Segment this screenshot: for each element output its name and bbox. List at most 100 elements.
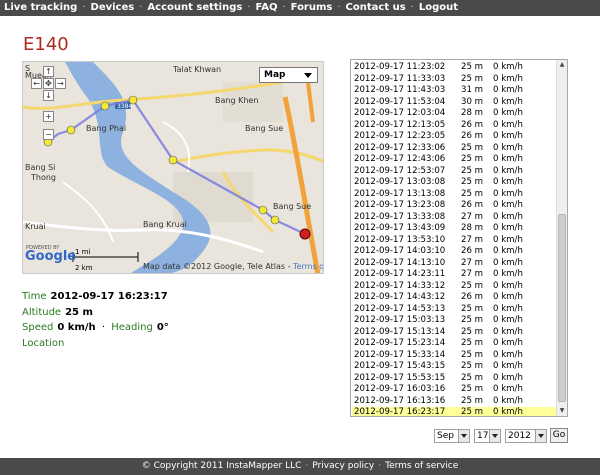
- map-type-label: Map: [264, 70, 286, 80]
- log-time: 2012-09-17 12:53:07: [354, 165, 446, 176]
- list-item[interactable]: 2012-09-17 13:53:10 27 m 0 km/h: [352, 235, 556, 246]
- google-logo[interactable]: Google: [25, 249, 76, 264]
- year-select[interactable]: 2012: [505, 429, 547, 443]
- pan-center-icon[interactable]: ✥: [43, 78, 54, 89]
- log-time: 2012-09-17 13:43:09: [354, 223, 446, 233]
- log-speed: 0 km/h: [493, 246, 523, 256]
- log-time: 2012-09-17 14:13:10: [354, 257, 446, 268]
- speed-row: Speed 0 km/h · Heading 0°: [22, 322, 169, 333]
- list-item-selected[interactable]: 2012-09-17 16:23:17 25 m 0 km/h: [352, 407, 556, 416]
- day-select[interactable]: 17: [474, 429, 501, 443]
- track-point[interactable]: [66, 125, 76, 135]
- log-time: 2012-09-17 13:23:08: [354, 200, 446, 210]
- log-time: 2012-09-17 12:03:04: [354, 108, 446, 118]
- nav-devices[interactable]: Devices: [91, 2, 135, 13]
- list-item[interactable]: 2012-09-17 12:33:06 25 m 0 km/h: [352, 143, 556, 154]
- scroll-up-icon[interactable]: ▲: [557, 60, 567, 70]
- nav-forums[interactable]: Forums: [291, 2, 333, 13]
- log-speed: 0 km/h: [493, 142, 523, 153]
- log-alt: 25 m: [461, 315, 484, 325]
- list-item[interactable]: 2012-09-17 13:23:08 26 m 0 km/h: [352, 200, 556, 211]
- list-item[interactable]: 2012-09-17 12:23:05 26 m 0 km/h: [352, 131, 556, 142]
- nav-contact-us[interactable]: Contact us: [346, 2, 406, 13]
- map-attribution: Map data ©2012 Google, Tele Atlas - Term…: [143, 262, 323, 271]
- track-point[interactable]: [100, 101, 110, 111]
- map-view[interactable]: 3384 S Muean Talat Khwan Bang Khen Bang …: [22, 61, 324, 274]
- track-point[interactable]: [128, 95, 138, 105]
- zoom-in-icon[interactable]: +: [43, 111, 54, 122]
- nav-live-tracking[interactable]: Live tracking: [4, 2, 77, 13]
- list-item[interactable]: 2012-09-17 16:03:16 25 m 0 km/h: [352, 384, 556, 395]
- privacy-policy-link[interactable]: Privacy policy: [312, 461, 374, 471]
- list-item[interactable]: 2012-09-17 16:13:16 25 m 0 km/h: [352, 396, 556, 407]
- month-select[interactable]: Sep: [434, 429, 470, 443]
- list-item[interactable]: 2012-09-17 14:23:11 27 m 0 km/h: [352, 269, 556, 280]
- log-time: 2012-09-17 14:03:10: [354, 246, 446, 256]
- map-type-select[interactable]: Map: [259, 67, 318, 83]
- list-item[interactable]: 2012-09-17 15:13:14 25 m 0 km/h: [352, 327, 556, 338]
- log-alt: 25 m: [461, 372, 484, 383]
- track-point[interactable]: [270, 215, 280, 225]
- track-point[interactable]: [168, 155, 178, 165]
- altitude-row: Altitude 25 m: [22, 307, 93, 318]
- zoom-out-icon[interactable]: −: [43, 129, 54, 140]
- list-item[interactable]: 2012-09-17 15:53:15 25 m 0 km/h: [352, 373, 556, 384]
- pan-up-icon[interactable]: ↑: [43, 66, 54, 77]
- log-alt: 27 m: [461, 211, 484, 222]
- log-time: 2012-09-17 13:13:08: [354, 188, 446, 199]
- time-row: Time 2012-09-17 16:23:17: [22, 291, 168, 302]
- log-alt: 26 m: [461, 131, 484, 141]
- terms-of-use-link[interactable]: Terms of Use: [293, 262, 323, 271]
- log-alt: 31 m: [461, 85, 484, 95]
- list-item[interactable]: 2012-09-17 14:03:10 26 m 0 km/h: [352, 246, 556, 257]
- log-speed: 0 km/h: [493, 361, 523, 371]
- list-item[interactable]: 2012-09-17 12:13:05 26 m 0 km/h: [352, 120, 556, 131]
- scroll-down-icon[interactable]: ▼: [557, 406, 567, 416]
- list-item[interactable]: 2012-09-17 13:03:08 25 m 0 km/h: [352, 177, 556, 188]
- scroll-thumb[interactable]: [558, 214, 566, 402]
- list-item[interactable]: 2012-09-17 11:23:02 25 m 0 km/h: [352, 62, 556, 73]
- list-item[interactable]: 2012-09-17 11:33:03 25 m 0 km/h: [352, 74, 556, 85]
- list-item[interactable]: 2012-09-17 14:53:13 25 m 0 km/h: [352, 304, 556, 315]
- map-canvas[interactable]: 3384: [23, 62, 324, 274]
- list-item[interactable]: 2012-09-17 15:03:13 25 m 0 km/h: [352, 315, 556, 326]
- log-speed: 0 km/h: [493, 303, 523, 314]
- pan-down-icon[interactable]: ↓: [43, 90, 54, 101]
- map-label-bang-kruai: Bang Kruai: [143, 220, 187, 229]
- track-point[interactable]: [258, 205, 268, 215]
- log-alt: 28 m: [461, 223, 484, 233]
- scrollbar[interactable]: ▲ ▼: [556, 60, 567, 416]
- list-item[interactable]: 2012-09-17 13:43:09 28 m 0 km/h: [352, 223, 556, 234]
- log-speed: 0 km/h: [493, 384, 523, 394]
- position-log-list[interactable]: 2012-09-17 11:23:02 25 m0 km/h 2012-09-17 …: [350, 59, 568, 417]
- list-item[interactable]: 2012-09-17 15:43:15 25 m 0 km/h: [352, 361, 556, 372]
- nav-separator: ·: [337, 2, 341, 13]
- log-time: 2012-09-17 16:03:16: [354, 384, 446, 394]
- list-item[interactable]: 2012-09-17 13:33:08 27 m 0 km/h: [352, 212, 556, 223]
- list-item[interactable]: 2012-09-17 11:43:03 31 m 0 km/h: [352, 85, 556, 96]
- list-item[interactable]: 2012-09-17 15:33:14 25 m 0 km/h: [352, 350, 556, 361]
- list-item[interactable]: 2012-09-17 14:43:12 26 m 0 km/h: [352, 292, 556, 303]
- list-item[interactable]: 2012-09-17 12:03:04 28 m 0 km/h: [352, 108, 556, 119]
- log-alt: 25 m: [461, 338, 484, 348]
- list-item[interactable]: 2012-09-17 15:23:14 25 m 0 km/h: [352, 338, 556, 349]
- nav-faq[interactable]: FAQ: [256, 2, 278, 13]
- nav-account-settings[interactable]: Account settings: [147, 2, 242, 13]
- list-item[interactable]: 2012-09-17 12:53:07 25 m 0 km/h: [352, 166, 556, 177]
- terms-of-service-link[interactable]: Terms of service: [385, 461, 458, 471]
- pan-right-icon[interactable]: →: [55, 78, 66, 89]
- list-item[interactable]: 2012-09-17 12:43:06 25 m 0 km/h: [352, 154, 556, 165]
- nav-separator: ·: [82, 2, 86, 13]
- log-alt: 25 m: [461, 154, 484, 164]
- year-value: 2012: [508, 431, 531, 441]
- list-item[interactable]: 2012-09-17 14:13:10 27 m 0 km/h: [352, 258, 556, 269]
- pan-left-icon[interactable]: ←: [31, 78, 42, 89]
- map-label-bang-si: Bang Si: [25, 163, 56, 172]
- nav-logout[interactable]: Logout: [419, 2, 458, 13]
- log-speed: 0 km/h: [493, 269, 523, 279]
- go-button[interactable]: Go: [550, 428, 568, 443]
- list-item[interactable]: 2012-09-17 13:13:08 25 m 0 km/h: [352, 189, 556, 200]
- list-item[interactable]: 2012-09-17 11:53:04 30 m 0 km/h: [352, 97, 556, 108]
- current-position-marker[interactable]: [299, 228, 311, 240]
- list-item[interactable]: 2012-09-17 14:33:12 25 m 0 km/h: [352, 281, 556, 292]
